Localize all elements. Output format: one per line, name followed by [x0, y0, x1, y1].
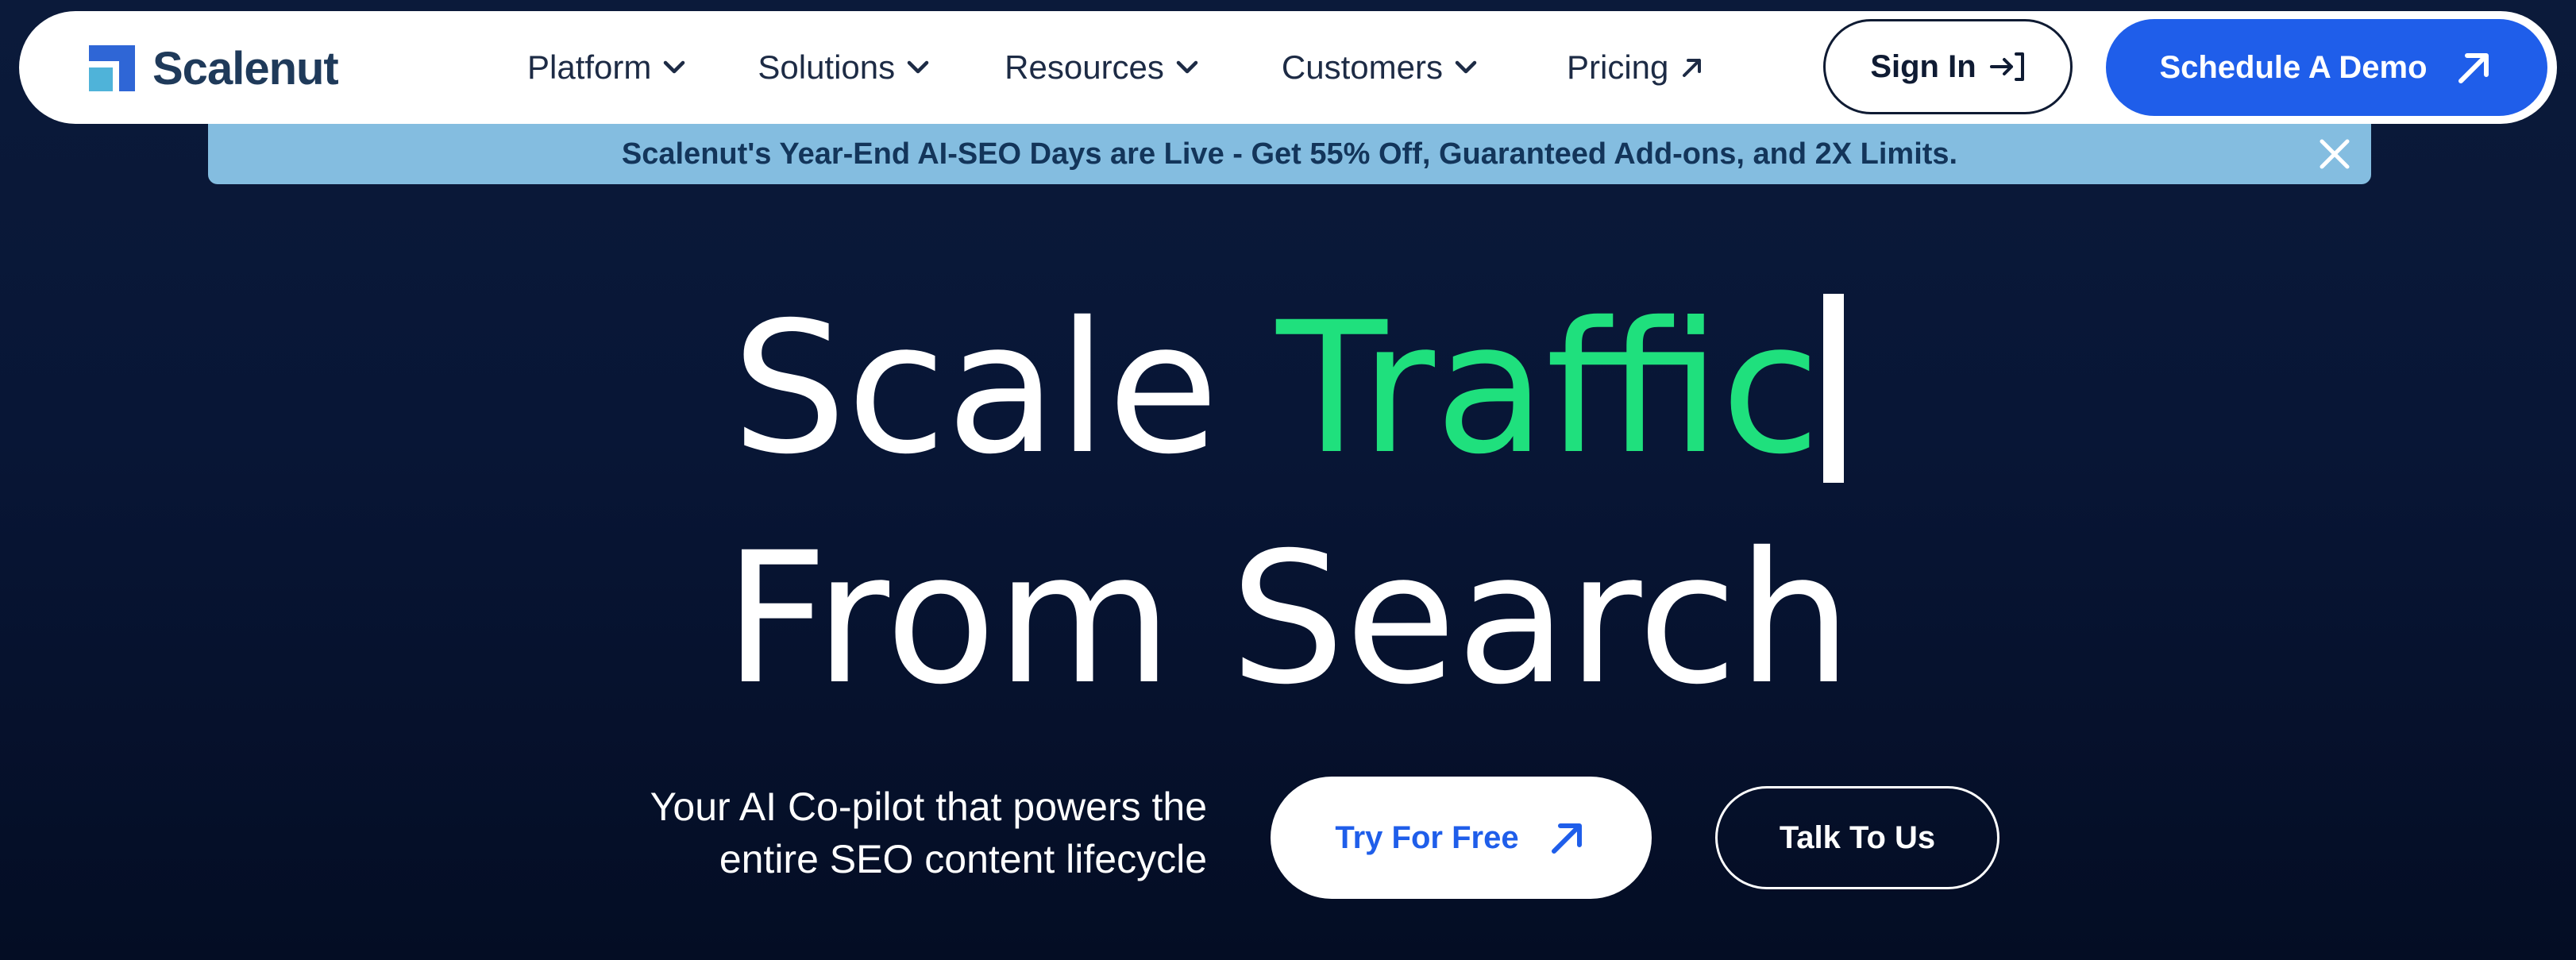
- nav-item-resources[interactable]: Resources: [1005, 48, 1199, 87]
- nav-menu: Platform Solutions Resources Customers P…: [527, 11, 1705, 124]
- arrow-up-right-icon: [2455, 48, 2494, 87]
- nav-item-pricing[interactable]: Pricing: [1567, 48, 1705, 87]
- chevron-down-icon: [1454, 60, 1478, 75]
- chevron-down-icon: [906, 60, 930, 75]
- promo-banner-text: Scalenut's Year-End AI-SEO Days are Live…: [621, 137, 1958, 171]
- arrow-up-right-icon: [1548, 818, 1587, 858]
- nav-item-label: Pricing: [1566, 48, 1669, 86]
- nav-item-customers[interactable]: Customers: [1282, 48, 1478, 87]
- hero-tagline: Your AI Co-pilot that powers the entire …: [492, 781, 1207, 885]
- nav-item-label: Customers: [1281, 48, 1443, 86]
- nav-item-label: Platform: [527, 48, 652, 86]
- try-for-free-label: Try For Free: [1335, 819, 1519, 855]
- nav-item-solutions[interactable]: Solutions: [758, 48, 930, 87]
- logo-mark-icon: [89, 45, 135, 91]
- sign-in-button[interactable]: Sign In: [1823, 19, 2073, 114]
- talk-to-us-button[interactable]: Talk To Us: [1715, 786, 1999, 889]
- hero-headline-prefix: Scale: [731, 283, 1219, 494]
- nav-item-label: Solutions: [758, 48, 896, 86]
- logo-wordmark: Scalenut: [152, 42, 339, 94]
- sign-in-label: Sign In: [1870, 48, 1976, 84]
- talk-to-us-label: Talk To Us: [1779, 819, 1936, 855]
- try-for-free-button[interactable]: Try For Free: [1271, 777, 1652, 899]
- hero-tagline-line1: Your AI Co-pilot that powers the: [650, 785, 1207, 829]
- schedule-demo-button[interactable]: Schedule A Demo: [2106, 19, 2547, 116]
- hero-rotating-word: Traffic: [1276, 283, 1821, 494]
- brand-logo[interactable]: Scalenut: [89, 42, 339, 94]
- hero-tagline-line2: entire SEO content lifecycle: [719, 837, 1207, 881]
- sign-in-arrow-icon: [1989, 51, 2026, 83]
- close-icon[interactable]: [2317, 137, 2352, 172]
- nav-item-label: Resources: [1005, 48, 1164, 86]
- arrow-up-right-icon: [1679, 55, 1705, 80]
- typing-cursor: [1823, 294, 1845, 483]
- hero-headline-line2: From Search: [723, 513, 1853, 724]
- schedule-demo-label: Schedule A Demo: [2159, 49, 2428, 85]
- chevron-down-icon: [1175, 60, 1199, 75]
- hero-headline-line1: Scale Traffic: [0, 294, 2576, 483]
- nav-item-platform[interactable]: Platform: [527, 48, 686, 87]
- chevron-down-icon: [662, 60, 686, 75]
- top-navbar: Scalenut Platform Solutions Resources Cu…: [19, 11, 2557, 124]
- promo-banner: Scalenut's Year-End AI-SEO Days are Live…: [208, 124, 2371, 184]
